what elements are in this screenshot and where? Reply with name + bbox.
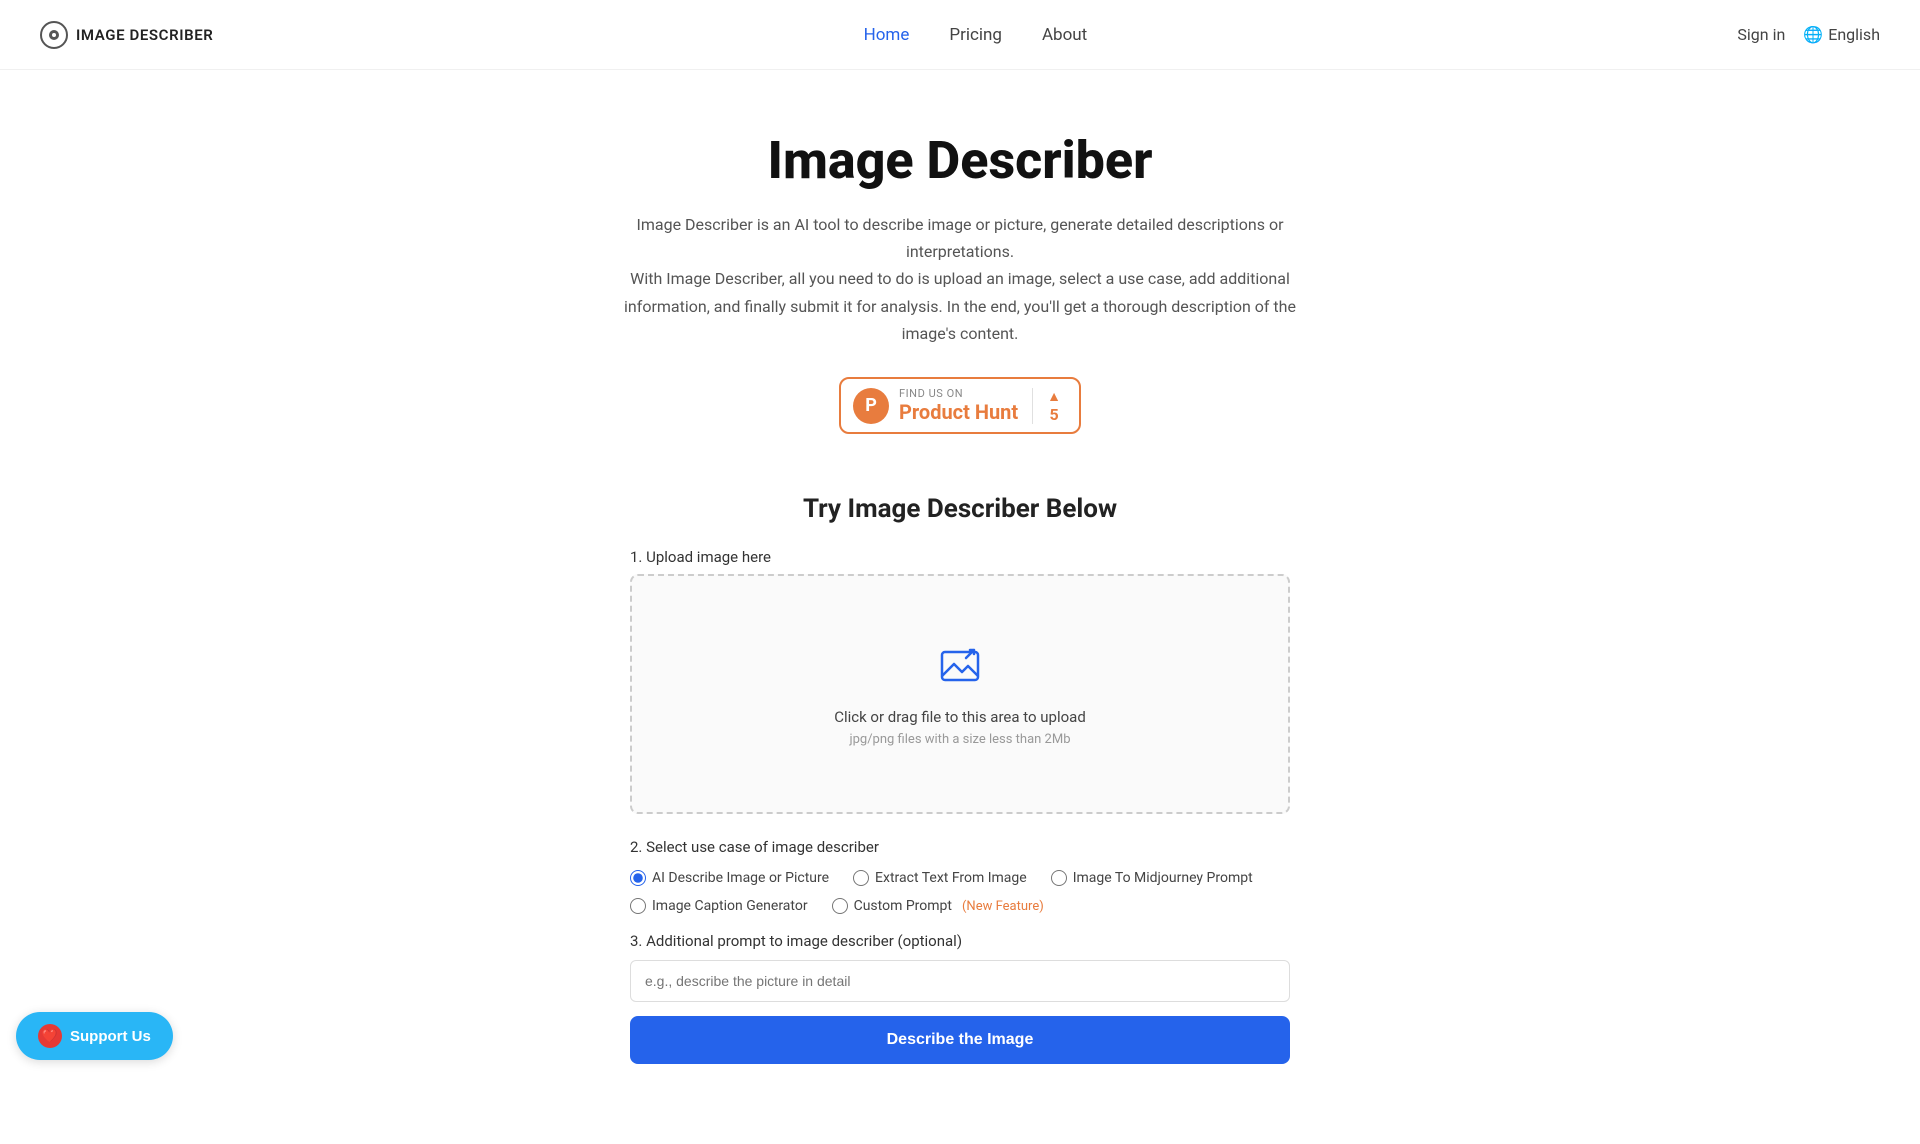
radio-custom[interactable]	[832, 898, 848, 914]
option-midjourney[interactable]: Image To Midjourney Prompt	[1051, 870, 1253, 886]
hero-description: Image Describer is an AI tool to describ…	[620, 211, 1300, 347]
new-feature-badge: (New Feature)	[962, 899, 1044, 914]
option-extract-text-label: Extract Text From Image	[875, 870, 1027, 886]
product-hunt-find-us: FIND US ON	[899, 387, 963, 400]
header-right: Sign in 🌐 English	[1737, 25, 1880, 44]
main-nav: Home Pricing About	[864, 25, 1088, 45]
product-hunt-name: Product Hunt	[899, 400, 1018, 424]
describe-button[interactable]: Describe the Image	[630, 1016, 1290, 1064]
product-hunt-logo: P	[853, 388, 889, 424]
nav-home[interactable]: Home	[864, 25, 910, 45]
main-content: Try Image Describer Below 1. Upload imag…	[610, 474, 1310, 1144]
product-hunt-text: FIND US ON Product Hunt	[899, 387, 1018, 424]
product-hunt-score: ▲ 5	[1032, 388, 1061, 424]
header: IMAGE DESCRIBER Home Pricing About Sign …	[0, 0, 1920, 70]
hero-title: Image Describer	[20, 130, 1900, 191]
logo[interactable]: IMAGE DESCRIBER	[40, 21, 213, 49]
upload-icon	[936, 642, 984, 694]
option-ai-describe[interactable]: AI Describe Image or Picture	[630, 870, 829, 886]
section-title: Try Image Describer Below	[630, 494, 1290, 524]
radio-extract-text[interactable]	[853, 870, 869, 886]
language-label: English	[1828, 25, 1880, 44]
option-custom[interactable]: Custom Prompt (New Feature)	[832, 898, 1044, 914]
option-caption[interactable]: Image Caption Generator	[630, 898, 808, 914]
radio-midjourney[interactable]	[1051, 870, 1067, 886]
upvote-count: 5	[1049, 405, 1058, 424]
option-midjourney-label: Image To Midjourney Prompt	[1073, 870, 1253, 886]
heart-icon: ❤️	[38, 1024, 62, 1048]
radio-caption[interactable]	[630, 898, 646, 914]
logo-icon	[40, 21, 68, 49]
upload-primary-text: Click or drag file to this area to uploa…	[834, 708, 1086, 726]
support-us-button[interactable]: ❤️ Support Us	[16, 1012, 173, 1060]
logo-text: IMAGE DESCRIBER	[76, 26, 213, 44]
upload-area[interactable]: Click or drag file to this area to uploa…	[630, 574, 1290, 814]
upload-secondary-text: jpg/png files with a size less than 2Mb	[849, 732, 1070, 747]
additional-label: 3. Additional prompt to image describer …	[630, 932, 1290, 950]
upvote-arrow-icon: ▲	[1047, 388, 1061, 405]
sign-in-link[interactable]: Sign in	[1737, 25, 1785, 44]
option-custom-label: Custom Prompt	[854, 898, 952, 914]
nav-about[interactable]: About	[1042, 25, 1087, 45]
nav-pricing[interactable]: Pricing	[949, 25, 1002, 45]
radio-ai-describe[interactable]	[630, 870, 646, 886]
option-extract-text[interactable]: Extract Text From Image	[853, 870, 1027, 886]
product-hunt-badge[interactable]: P FIND US ON Product Hunt ▲ 5	[839, 377, 1081, 434]
language-selector[interactable]: 🌐 English	[1803, 25, 1880, 44]
additional-prompt-input[interactable]	[630, 960, 1290, 1002]
support-us-label: Support Us	[70, 1028, 151, 1045]
option-ai-describe-label: AI Describe Image or Picture	[652, 870, 829, 886]
use-case-label: 2. Select use case of image describer	[630, 838, 1290, 856]
hero-section: Image Describer Image Describer is an AI…	[0, 70, 1920, 474]
use-case-options: AI Describe Image or Picture Extract Tex…	[630, 870, 1290, 914]
option-caption-label: Image Caption Generator	[652, 898, 808, 914]
upload-label: 1. Upload image here	[630, 548, 1290, 566]
flag-icon: 🌐	[1803, 25, 1823, 44]
